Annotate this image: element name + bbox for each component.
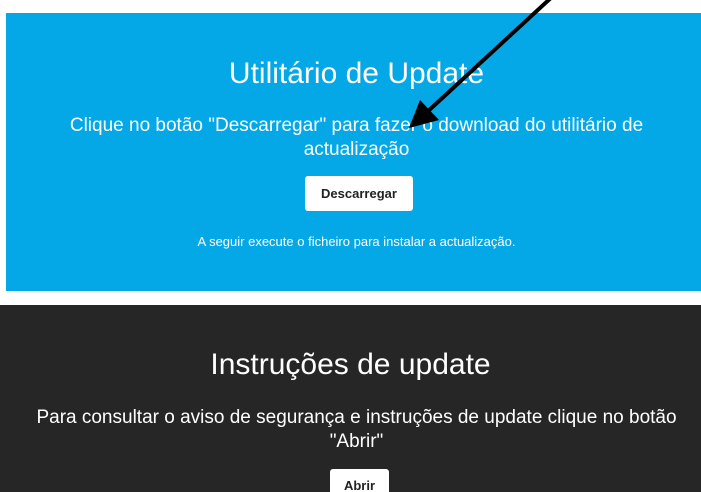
install-note: A seguir execute o ficheiro para instala…: [197, 234, 516, 249]
update-instructions-panel: Instruções de update Para consultar o av…: [0, 305, 701, 492]
open-button[interactable]: Abrir: [330, 469, 389, 492]
update-instructions-title: Instruções de update: [210, 348, 491, 381]
update-instructions-description-line1: Para consultar o aviso de segurança e in…: [36, 407, 677, 428]
page: Utilitário de Update Clique no botão "De…: [0, 0, 701, 492]
update-utility-panel: Utilitário de Update Clique no botão "De…: [6, 13, 701, 291]
download-button[interactable]: Descarregar: [305, 176, 413, 211]
update-utility-title: Utilitário de Update: [228, 57, 485, 90]
update-instructions-description: Para consultar o aviso de segurança e in…: [0, 406, 701, 454]
update-instructions-description-line2: "Abrir": [329, 431, 384, 452]
update-utility-description: Clique no botão "Descarregar" para fazer…: [69, 115, 644, 160]
